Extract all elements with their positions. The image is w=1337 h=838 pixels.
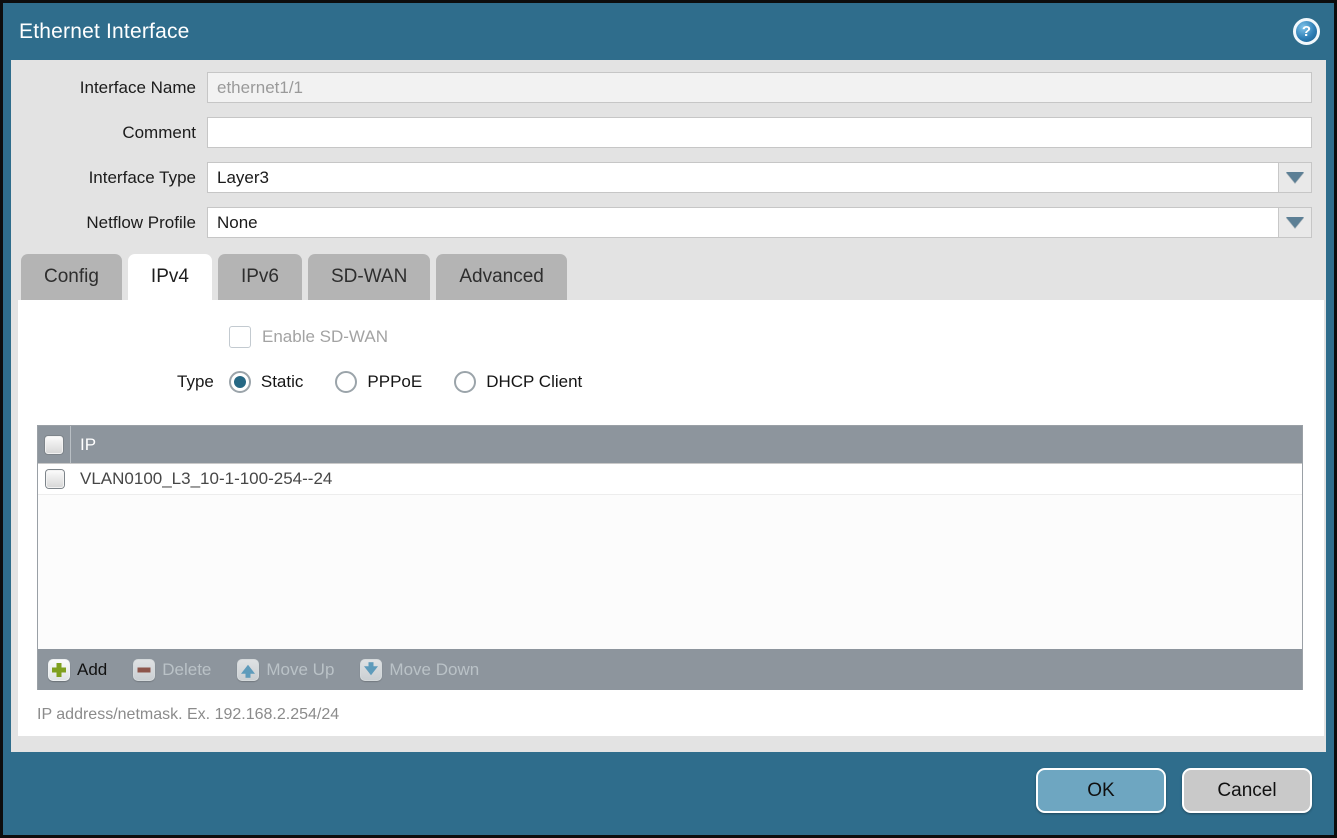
ip-table: IP VLAN0100_L3_10-1-100-254--24 Add — [37, 425, 1303, 690]
comment-field[interactable] — [208, 118, 1311, 147]
netflow-profile-row: Netflow Profile None — [11, 207, 1312, 238]
netflow-profile-select[interactable]: None — [208, 208, 1278, 237]
tab-strip: Config IPv4 IPv6 SD-WAN Advanced — [21, 254, 1326, 300]
dialog-footer: OK Cancel — [3, 752, 1334, 835]
radio-pppoe-label: PPPoE — [367, 372, 422, 392]
table-row[interactable]: VLAN0100_L3_10-1-100-254--24 — [38, 464, 1302, 495]
radio-dhcp-client-label: DHCP Client — [486, 372, 582, 392]
type-radio-group: Type Static PPPoE DHCP Client — [18, 348, 1324, 393]
ip-table-body: VLAN0100_L3_10-1-100-254--24 — [38, 463, 1302, 649]
ethernet-interface-dialog: Ethernet Interface ? Interface Name Comm… — [0, 0, 1337, 838]
netflow-profile-dropdown-button[interactable] — [1278, 208, 1311, 237]
dialog-title: Ethernet Interface — [19, 20, 190, 44]
netflow-profile-label: Netflow Profile — [11, 213, 207, 233]
tab-ipv4[interactable]: IPv4 — [128, 254, 212, 301]
minus-icon — [133, 659, 155, 681]
arrow-down-icon — [360, 659, 382, 681]
radio-dhcp-client[interactable]: DHCP Client — [454, 371, 582, 393]
radio-static-label: Static — [261, 372, 304, 392]
radio-button-icon[interactable] — [454, 371, 476, 393]
ip-table-header: IP — [38, 426, 1302, 463]
move-up-button[interactable]: Move Up — [237, 659, 334, 681]
ip-table-toolbar: Add Delete Move Up Move Down — [38, 649, 1302, 690]
enable-sdwan-row: Enable SD-WAN — [18, 301, 1324, 348]
titlebar: Ethernet Interface ? — [3, 3, 1334, 60]
ip-column-header: IP — [71, 435, 96, 455]
enable-sdwan-label: Enable SD-WAN — [262, 327, 388, 347]
select-all-checkbox[interactable] — [45, 436, 63, 454]
radio-button-icon[interactable] — [229, 371, 251, 393]
row-checkbox[interactable] — [46, 470, 64, 488]
tab-config[interactable]: Config — [21, 254, 122, 300]
cancel-button[interactable]: Cancel — [1182, 768, 1312, 813]
ip-row-value[interactable]: VLAN0100_L3_10-1-100-254--24 — [71, 469, 332, 489]
interface-name-field — [208, 73, 1311, 102]
chevron-down-icon — [1286, 217, 1304, 228]
enable-sdwan-checkbox[interactable] — [229, 326, 251, 348]
interface-type-label: Interface Type — [11, 168, 207, 188]
comment-row: Comment — [11, 117, 1312, 148]
arrow-up-icon — [237, 659, 259, 681]
comment-label: Comment — [11, 123, 207, 143]
interface-type-dropdown-button[interactable] — [1278, 163, 1311, 192]
chevron-down-icon — [1286, 172, 1304, 183]
delete-button[interactable]: Delete — [133, 659, 211, 681]
interface-name-label: Interface Name — [11, 78, 207, 98]
delete-button-label: Delete — [162, 660, 211, 680]
move-down-button-label: Move Down — [389, 660, 479, 680]
help-icon[interactable]: ? — [1293, 18, 1320, 45]
plus-icon — [48, 659, 70, 681]
move-down-button[interactable]: Move Down — [360, 659, 479, 681]
interface-name-row: Interface Name — [11, 72, 1312, 103]
ok-button[interactable]: OK — [1036, 768, 1166, 813]
interface-type-row: Interface Type Layer3 — [11, 162, 1312, 193]
radio-pppoe[interactable]: PPPoE — [335, 371, 422, 393]
interface-type-select[interactable]: Layer3 — [208, 163, 1278, 192]
type-label: Type — [177, 372, 214, 392]
radio-static[interactable]: Static — [229, 371, 304, 393]
move-up-button-label: Move Up — [266, 660, 334, 680]
add-button[interactable]: Add — [48, 659, 107, 681]
add-button-label: Add — [77, 660, 107, 680]
tab-ipv6[interactable]: IPv6 — [218, 254, 302, 300]
tab-advanced[interactable]: Advanced — [436, 254, 567, 300]
ip-netmask-hint: IP address/netmask. Ex. 192.168.2.254/24 — [37, 706, 1324, 724]
radio-button-icon[interactable] — [335, 371, 357, 393]
ipv4-tab-panel: Enable SD-WAN Type Static PPPoE DHCP Cli… — [18, 300, 1324, 736]
dialog-body: Interface Name Comment Interface Type La… — [11, 60, 1326, 752]
tab-sdwan[interactable]: SD-WAN — [308, 254, 430, 300]
